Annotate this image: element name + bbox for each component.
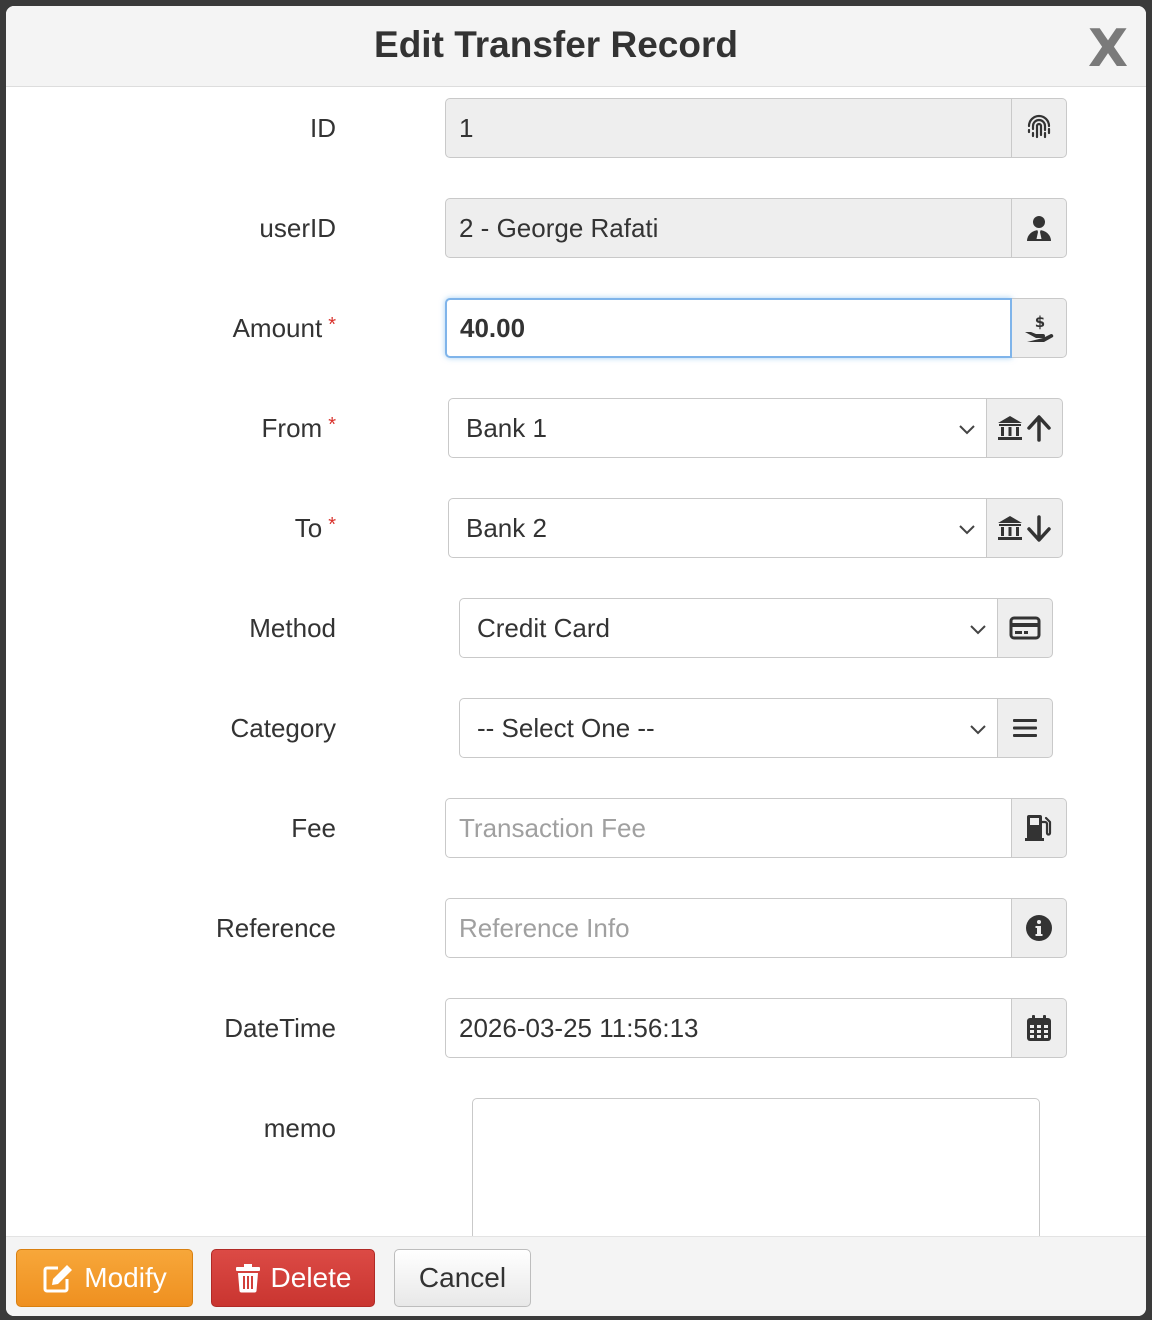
chevron-down-icon [970,725,986,735]
delete-button[interactable]: Delete [211,1249,375,1307]
from-select[interactable]: Bank 1 [448,398,987,458]
id-label: ID [310,113,336,143]
category-selected-value: -- Select One -- [477,713,655,743]
memo-label: memo [263,1113,336,1143]
trash-icon [235,1264,260,1293]
to-selected-value: Bank 2 [466,513,547,543]
fee-label: Fee [291,813,336,843]
edit-transfer-dialog: Edit Transfer Record X ID 1 userID 2 - G… [6,6,1146,1316]
datetime-label: DateTime [224,1013,336,1043]
datetime-input[interactable]: 2026-03-25 11:56:13 [445,998,1012,1058]
list-icon [998,698,1053,758]
dialog-titlebar: Edit Transfer Record X [6,6,1146,87]
amount-label-text: Amount [232,313,323,343]
calendar-icon[interactable] [1012,998,1067,1058]
fee-input[interactable]: Transaction Fee [445,798,1012,858]
user-tie-icon [1012,198,1067,258]
method-label: Method [249,613,336,643]
close-icon[interactable]: X [1084,23,1132,75]
category-select[interactable]: -- Select One -- [459,698,998,758]
id-field[interactable]: 1 [445,98,1012,158]
info-circle-icon [1012,898,1067,958]
reference-row: Reference Reference Info [6,898,1146,958]
fee-row: Fee Transaction Fee [6,798,1146,858]
reference-input[interactable]: Reference Info [445,898,1012,958]
fingerprint-icon [1012,98,1067,158]
userid-label: userID [259,213,336,243]
method-selected-value: Credit Card [477,613,610,643]
svg-text:$: $ [1035,313,1045,331]
edit-icon [43,1265,73,1293]
required-asterisk: * [328,514,336,536]
userid-field[interactable]: 2 - George Rafati [445,198,1012,258]
to-label-text: To [294,513,323,543]
credit-card-icon [998,598,1053,658]
hand-holding-dollar-icon: $ [1012,298,1067,358]
reference-label: Reference [216,913,336,943]
to-select[interactable]: Bank 2 [448,498,987,558]
chevron-down-icon [959,525,975,535]
from-label: From * [262,398,336,458]
cancel-button-label: Cancel [418,1262,507,1293]
chevron-down-icon [970,625,986,635]
bank-arrow-down-icon [987,498,1063,558]
category-label: Category [230,713,337,743]
dialog-title: Edit Transfer Record [374,24,738,65]
to-row: To * Bank 2 [6,498,1146,558]
bank-arrow-up-icon [987,398,1063,458]
from-row: From * Bank 1 [6,398,1146,458]
required-asterisk: * [328,414,336,436]
required-asterisk: * [328,314,336,336]
delete-button-label: Delete [270,1262,352,1293]
category-row: Category -- Select One -- [6,698,1146,758]
memo-textarea[interactable] [472,1098,1040,1258]
modify-button-label: Modify [84,1262,167,1293]
chevron-down-icon [959,425,975,435]
datetime-row: DateTime 2026-03-25 11:56:13 [6,998,1146,1058]
to-label: To * [295,498,336,558]
dialog-footer: Modify Delete Cancel [6,1236,1146,1316]
from-label-text: From [261,413,323,443]
amount-input[interactable]: 40.00 [445,298,1012,358]
gas-pump-icon [1012,798,1067,858]
from-selected-value: Bank 1 [466,413,547,443]
modify-button[interactable]: Modify [16,1249,193,1307]
amount-label: Amount * [233,298,336,358]
method-row: Method Credit Card [6,598,1146,658]
userid-row: userID 2 - George Rafati [6,198,1146,258]
id-row: ID 1 [6,98,1146,158]
amount-row: Amount * 40.00 $ [6,298,1146,358]
cancel-button[interactable]: Cancel [394,1249,531,1307]
method-select[interactable]: Credit Card [459,598,998,658]
